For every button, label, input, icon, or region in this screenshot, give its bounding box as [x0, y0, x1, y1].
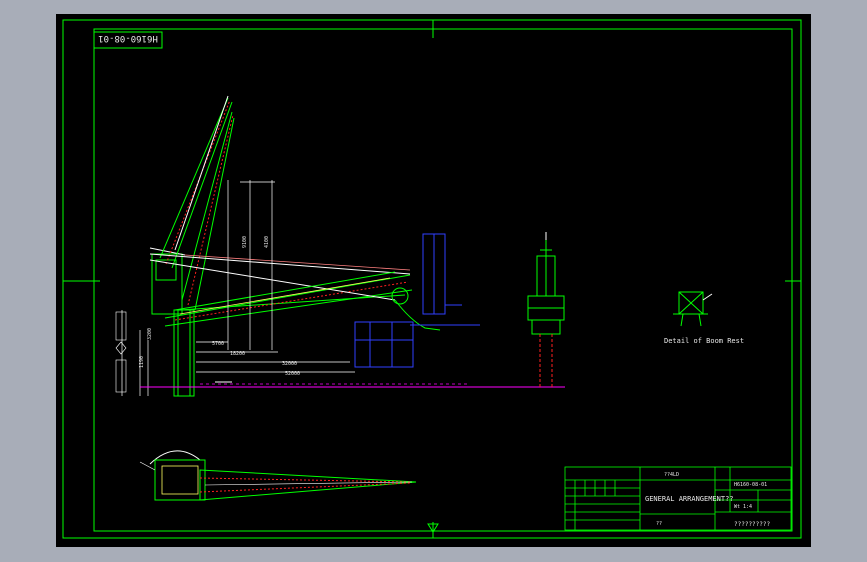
svg-text:18200: 18200: [230, 351, 245, 357]
svg-text:Wt 1:4: Wt 1:4: [734, 504, 752, 510]
footer-text: ??????????: [734, 521, 771, 528]
svg-text:??4LD: ??4LD: [664, 472, 679, 478]
title-text: GENERAL ARRANGEMENT??: [645, 495, 734, 503]
detail-label: Detail of Boom Rest: [664, 337, 744, 345]
svg-text:5700: 5700: [212, 341, 224, 347]
drawing-number-stamp: H6160-08-01: [93, 31, 163, 49]
plan-view: [139, 450, 417, 501]
svg-text:H6160-08-01: H6160-08-01: [98, 33, 158, 43]
cad-viewport[interactable]: H6160-08-01 5700 18200 32000 52000 9100 …: [56, 14, 811, 547]
svg-text:4100: 4100: [264, 236, 270, 248]
inner-border: [93, 28, 793, 532]
crane-side-view: [527, 232, 565, 388]
svg-text:??: ??: [656, 521, 662, 527]
crane-elevation: 5700 18200 32000 52000 9100 4100 1190 32…: [115, 95, 565, 397]
svg-text:H6160-08-01: H6160-08-01: [734, 482, 767, 488]
svg-text:32000: 32000: [282, 361, 297, 367]
svg-text:9100: 9100: [242, 236, 248, 248]
svg-text:52000: 52000: [285, 371, 300, 377]
boom-rest-detail: Detail of Boom Rest: [664, 291, 744, 345]
drawing-canvas: H6160-08-01 5700 18200 32000 52000 9100 …: [62, 19, 802, 539]
svg-text:1190: 1190: [139, 356, 145, 368]
svg-text:3200: 3200: [147, 328, 153, 340]
